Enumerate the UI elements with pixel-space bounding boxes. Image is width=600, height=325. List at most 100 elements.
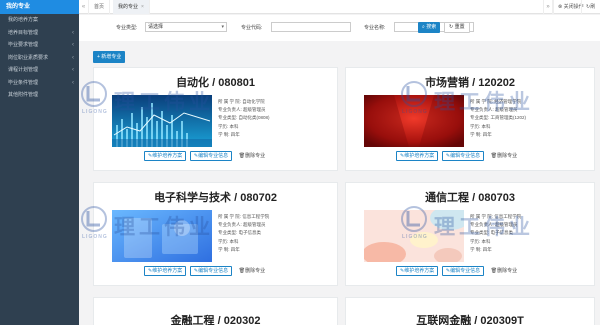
duration-field: 学 制: 四年: [470, 131, 492, 137]
delete-major-button[interactable]: 🗑删除专业: [487, 152, 521, 162]
delete-major-label: 删除专业: [245, 153, 266, 159]
tab-label: 首页: [94, 4, 105, 10]
major-type-select[interactable]: 请选择 ▾: [145, 22, 227, 32]
sidebar-item-job-quality[interactable]: 岗位职业素质要求 ‹: [0, 52, 79, 65]
major-card-actions: ✎维护培养方案 ✎编辑专业信息 🗑删除专业: [144, 266, 270, 277]
tab-home[interactable]: 首页: [89, 0, 111, 14]
edit-major-label: 编辑专业信息: [450, 268, 481, 274]
maintain-plan-button[interactable]: ✎维护培养方案: [144, 266, 187, 276]
major-card-title: 金融工程 / 020302: [170, 315, 261, 325]
major-card: 自动化 / 080801 所 属 学 院: 自动化学院 专业负责人: 超级管理员…: [93, 67, 338, 171]
maintain-plan-label: 维护培养方案: [152, 153, 183, 159]
leader-field: 专业负责人: 超级管理员: [470, 222, 518, 228]
delete-major-label: 删除专业: [497, 153, 518, 159]
chevron-left-icon: ‹: [72, 67, 74, 73]
maintain-plan-label: 维护培养方案: [404, 268, 435, 274]
major-card: 市场营销 / 120202 所 属 学 院: 经济管理学院 专业负责人: 超级管…: [345, 67, 595, 171]
close-circle-icon: ⊗: [558, 4, 563, 10]
maintain-plan-button[interactable]: ✎维护培养方案: [396, 151, 439, 161]
maintain-plan-button[interactable]: ✎维护培养方案: [396, 266, 439, 276]
major-card-actions: ✎维护培养方案 ✎编辑专业信息 🗑删除专业: [396, 266, 522, 277]
duration-field: 学 制: 四年: [218, 246, 240, 252]
edit-major-button[interactable]: ✎编辑专业信息: [441, 266, 485, 276]
college-field: 所 属 学 院: 信息工程学院: [218, 214, 270, 219]
major-card-info: 所 属 学 院: 自动化学院 专业负责人: 超级管理员 专业类型: 自动化类(0…: [218, 98, 270, 139]
college-field: 所 属 学 院: 信息工程学院: [470, 214, 522, 219]
caret-down-icon: ▾: [221, 24, 224, 30]
edit-major-button[interactable]: ✎编辑专业信息: [189, 151, 233, 161]
sidebar-item-training-goals[interactable]: 培养目标管理 ‹: [0, 27, 79, 40]
major-card-image: [364, 210, 464, 262]
major-type-field: 专业类型: 电子信息类: [470, 230, 513, 236]
college-field: 所 属 学 院: 经济管理学院: [470, 99, 522, 104]
close-icon[interactable]: ×: [141, 4, 144, 10]
chevron-left-icon: ‹: [72, 54, 74, 61]
edit-major-label: 编辑专业信息: [198, 268, 229, 274]
chevron-left-icon: ‹: [72, 42, 74, 48]
sidebar-item-label: 其他附件管理: [8, 92, 39, 98]
major-card-actions: ✎维护培养方案 ✎编辑专业信息 🗑删除专业: [144, 151, 270, 162]
major-card-title: 通信工程 / 080703: [425, 192, 515, 204]
major-code-label: 专业代码:: [241, 25, 263, 31]
search-icon: ⌕: [422, 24, 425, 30]
major-card-image: [112, 210, 212, 262]
sidebar-item-course-plan[interactable]: 课程计划管理 ‹: [0, 64, 79, 77]
tab-label: 我的专业: [118, 4, 139, 10]
major-card: 金融工程 / 020302: [93, 297, 338, 325]
refresh-icon: ↻: [449, 24, 454, 30]
edit-major-label: 编辑专业信息: [198, 153, 229, 159]
delete-major-button[interactable]: 🗑删除专业: [235, 152, 269, 162]
major-card-title: 互联网金融 / 020309T: [416, 315, 524, 325]
degree-field: 学历: 本科: [218, 123, 239, 129]
major-card-title: 市场营销 / 120202: [425, 77, 515, 89]
degree-field: 学历: 本科: [470, 123, 491, 129]
reset-button[interactable]: ↻ 重置: [444, 22, 470, 33]
major-name-label: 专业名称:: [364, 25, 386, 31]
delete-major-button[interactable]: 🗑删除专业: [235, 267, 269, 277]
maintain-plan-label: 维护培养方案: [404, 153, 435, 159]
leader-field: 专业负责人: 超级管理员: [218, 107, 266, 113]
reset-label: 重置: [454, 24, 465, 30]
sidebar-item-attachments[interactable]: 其他附件管理: [0, 89, 79, 102]
tab-my-major[interactable]: 我的专业 ×: [113, 0, 150, 14]
sidebar-item-training-plan[interactable]: 我的培养方案: [0, 14, 79, 27]
major-type-field: 专业类型: 自动化类(0808): [218, 115, 270, 121]
major-code-input[interactable]: [271, 22, 351, 32]
leader-field: 专业负责人: 超级管理员: [470, 107, 518, 113]
degree-field: 学历: 本科: [218, 238, 239, 244]
duration-field: 学 制: 四年: [218, 131, 240, 137]
major-type-label: 专业类型:: [116, 25, 138, 31]
refresh-button[interactable]: ↻刷新: [581, 0, 600, 24]
major-card-info: 所 属 学 院: 信息工程学院 专业负责人: 超级管理员 专业类型: 电子信息类…: [470, 213, 521, 254]
maintain-plan-label: 维护培养方案: [152, 268, 183, 274]
scroll-left-icon[interactable]: «: [79, 0, 89, 14]
major-type-field: 专业类型: 工商管理类(1202): [470, 115, 527, 121]
sidebar: 我的专业 我的培养方案 培养目标管理 ‹ 毕业要求管理 ‹ 岗位职业素质要求 ‹ 课程…: [0, 0, 79, 325]
major-card-info: 所 属 学 院: 信息工程学院 专业负责人: 超级管理员 专业类型: 电子信息类…: [218, 213, 269, 254]
filter-bar: 专业类型: 请选择 ▾ 专业代码: 专业名称: ⌕ 搜索 ↻ 重置: [79, 15, 600, 41]
edit-major-label: 编辑专业信息: [450, 153, 481, 159]
chevron-left-icon: ‹: [72, 79, 74, 86]
major-type-field: 专业类型: 电子信息类: [218, 230, 261, 236]
sidebar-title-my-major[interactable]: 我的专业: [0, 0, 79, 14]
sidebar-item-graduation-requirements[interactable]: 毕业要求管理 ‹: [0, 39, 79, 52]
degree-field: 学历: 本科: [470, 238, 491, 244]
sidebar-item-label: 课程计划管理: [8, 67, 39, 73]
edit-major-button[interactable]: ✎编辑专业信息: [189, 266, 233, 276]
major-card: 互联网金融 / 020309T: [345, 297, 595, 325]
edit-major-button[interactable]: ✎编辑专业信息: [441, 151, 485, 161]
delete-major-label: 删除专业: [497, 268, 518, 274]
sidebar-item-label: 毕业要求管理: [8, 42, 39, 48]
maintain-plan-button[interactable]: ✎维护培养方案: [144, 151, 187, 161]
sidebar-item-graduation-conditions[interactable]: 毕业条件管理 ‹: [0, 77, 79, 90]
major-card-image: [112, 95, 212, 147]
add-major-button[interactable]: + 新增专业: [93, 51, 126, 63]
search-button[interactable]: ⌕ 搜索: [418, 22, 441, 33]
sidebar-item-label: 岗位职业素质要求: [8, 54, 49, 61]
major-card: 通信工程 / 080703 所 属 学 院: 信息工程学院 专业负责人: 超级管…: [345, 182, 595, 286]
search-label: 搜索: [426, 24, 437, 30]
delete-major-label: 删除专业: [245, 268, 266, 274]
major-card-title: 自动化 / 080801: [176, 77, 255, 89]
scroll-right-icon[interactable]: »: [543, 0, 553, 14]
delete-major-button[interactable]: 🗑删除专业: [487, 267, 521, 277]
